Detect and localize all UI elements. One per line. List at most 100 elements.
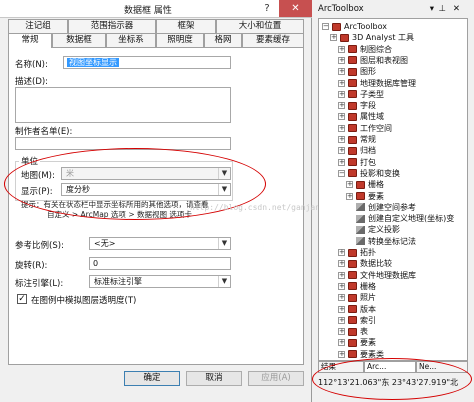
tab-general[interactable]: 常规 xyxy=(8,33,52,48)
cancel-button[interactable]: 取消 xyxy=(186,371,242,386)
expand-icon[interactable]: + xyxy=(338,102,345,110)
tree-item[interactable]: + 字段 xyxy=(338,100,376,112)
dialog-titlebar[interactable]: 数据框 属性 ? ✕ xyxy=(0,0,312,18)
tree-item[interactable]: + 栅格 xyxy=(346,179,384,191)
close-icon[interactable]: ✕ xyxy=(453,4,460,14)
tree-item[interactable]: + 子类型 xyxy=(338,89,384,101)
pin-icon[interactable]: ⊥ xyxy=(439,4,446,14)
expand-icon[interactable]: + xyxy=(338,113,345,121)
expand-icon[interactable]: + xyxy=(338,136,345,143)
tree-item[interactable]: + 工作空间 xyxy=(338,123,392,135)
expand-icon[interactable]: + xyxy=(346,181,353,189)
tab-annotation-groups[interactable]: 注记组 xyxy=(8,19,68,33)
tree-item[interactable]: 转换坐标记法 xyxy=(346,236,416,248)
credits-input[interactable] xyxy=(15,137,231,150)
expand-icon[interactable]: + xyxy=(338,147,345,155)
tree-item[interactable]: 定义投影 xyxy=(346,224,400,236)
dropdown-icon[interactable]: ▾ xyxy=(430,4,434,14)
expand-icon[interactable]: + xyxy=(338,90,345,98)
tree-item[interactable]: + 图形 xyxy=(338,66,376,78)
toolbox-icon xyxy=(348,112,357,121)
tree-item-label: 定义投影 xyxy=(368,225,400,235)
expand-icon[interactable]: + xyxy=(338,260,345,268)
tree-item[interactable]: 创建自定义地理(坐标)变 xyxy=(346,213,454,225)
collapse-icon[interactable]: − xyxy=(322,23,329,30)
tree-item[interactable]: + 地理数据库管理 xyxy=(338,78,416,90)
arctoolbox-tree[interactable]: − ArcToolbox +3D Analyst 工具 + 制图综合 + 图层和表视图 + 图形… xyxy=(318,18,468,361)
tree-item[interactable]: +3D Analyst 工具 xyxy=(330,32,414,44)
tree-item[interactable]: + 制图综合 xyxy=(338,44,392,56)
reference-scale-label: 参考比例(S): xyxy=(15,241,64,251)
chevron-down-icon[interactable]: ▼ xyxy=(218,184,230,195)
toolbox-icon xyxy=(348,305,357,313)
tree-item[interactable]: − ArcToolbox xyxy=(322,21,387,33)
expand-icon[interactable]: + xyxy=(338,339,345,347)
tree-item[interactable]: + 打包 xyxy=(338,157,376,169)
rotation-input[interactable]: 0 xyxy=(89,257,231,270)
tab-network[interactable]: Ne... xyxy=(416,361,468,373)
tree-item[interactable]: + 归档 xyxy=(338,145,376,157)
tree-item[interactable]: + 栅格 xyxy=(338,281,376,293)
rotation-value: 0 xyxy=(93,259,99,268)
toolbox-icon xyxy=(348,158,357,167)
tree-item-label: 索引 xyxy=(360,315,376,325)
expand-icon[interactable]: + xyxy=(338,328,345,336)
expand-icon[interactable]: + xyxy=(338,249,345,256)
chevron-down-icon[interactable]: ▼ xyxy=(218,238,230,249)
expand-icon[interactable]: + xyxy=(338,158,345,166)
tree-item[interactable]: + 索引 xyxy=(338,315,376,327)
expand-icon[interactable]: + xyxy=(338,316,345,324)
tree-item[interactable]: + 属性域 xyxy=(338,111,384,123)
tab-grids[interactable]: 格网 xyxy=(204,33,242,47)
simulate-transparency-checkbox[interactable]: ✓ xyxy=(17,294,27,304)
tree-item[interactable]: − 投影和变换 xyxy=(338,168,400,180)
expand-icon[interactable]: + xyxy=(330,34,337,42)
tree-item[interactable]: + 要素 xyxy=(338,337,376,349)
tree-item[interactable]: + 表 xyxy=(338,326,368,338)
tree-item[interactable]: + 数据比较 xyxy=(338,258,392,270)
display-units-combo[interactable]: 度分秒 ▼ xyxy=(61,183,231,196)
help-button[interactable]: ? xyxy=(256,0,278,17)
expand-icon[interactable]: + xyxy=(338,45,345,53)
tree-item-label: 文件地理数据库 xyxy=(360,270,416,280)
expand-icon[interactable]: + xyxy=(338,350,345,358)
label-engine-combo[interactable]: 标准标注引擎 ▼ xyxy=(89,275,231,288)
expand-icon[interactable]: + xyxy=(338,124,345,132)
tree-item[interactable]: + 文件地理数据库 xyxy=(338,270,416,282)
toolbox-bottom-tabs: 结果 Arc... Ne... xyxy=(318,361,468,373)
tab-coordinate-system[interactable]: 坐标系 xyxy=(106,33,156,47)
tab-arctoolbox[interactable]: Arc... xyxy=(364,361,416,373)
expand-icon[interactable]: + xyxy=(338,294,345,302)
expand-icon[interactable]: + xyxy=(338,79,345,87)
chevron-down-icon[interactable]: ▼ xyxy=(218,276,230,287)
tab-results[interactable]: 结果 xyxy=(318,361,364,373)
collapse-icon[interactable]: − xyxy=(338,169,345,177)
expand-icon[interactable]: + xyxy=(338,56,345,64)
tab-data-frame[interactable]: 数据框 xyxy=(52,33,106,47)
tab-illumination[interactable]: 照明度 xyxy=(156,33,204,47)
tree-item[interactable]: + 要素类 xyxy=(338,349,384,360)
tree-item[interactable]: 创建空间参考 xyxy=(346,202,416,214)
name-input[interactable]: 视图坐标显示 xyxy=(63,56,231,69)
ok-button[interactable]: 确定 xyxy=(124,371,180,386)
tab-feature-cache[interactable]: 要素缓存 xyxy=(242,33,304,47)
tree-item[interactable]: + 版本 xyxy=(338,304,376,316)
rotation-label: 旋转(R): xyxy=(15,261,48,271)
tree-item[interactable]: + 照片 xyxy=(338,292,376,304)
tree-item[interactable]: + 图层和表视图 xyxy=(338,55,408,67)
tree-item[interactable]: + 拓扑 xyxy=(338,247,376,259)
tree-item[interactable]: + 要素 xyxy=(346,191,384,203)
close-button[interactable]: ✕ xyxy=(279,0,312,17)
expand-icon[interactable]: + xyxy=(338,282,345,290)
expand-icon[interactable]: + xyxy=(338,271,345,279)
tab-extent-indicators[interactable]: 范围指示器 xyxy=(68,19,156,33)
description-textarea[interactable] xyxy=(15,87,231,123)
expand-icon[interactable]: + xyxy=(338,68,345,76)
expand-icon[interactable]: + xyxy=(338,305,345,313)
tree-item[interactable]: + 常规 xyxy=(338,134,376,146)
tab-frame[interactable]: 框架 xyxy=(156,19,216,33)
expand-icon[interactable]: + xyxy=(346,192,353,200)
toolbox-icon xyxy=(348,169,357,178)
tab-size-position[interactable]: 大小和位置 xyxy=(216,19,304,33)
reference-scale-combo[interactable]: <无> ▼ xyxy=(89,237,231,250)
